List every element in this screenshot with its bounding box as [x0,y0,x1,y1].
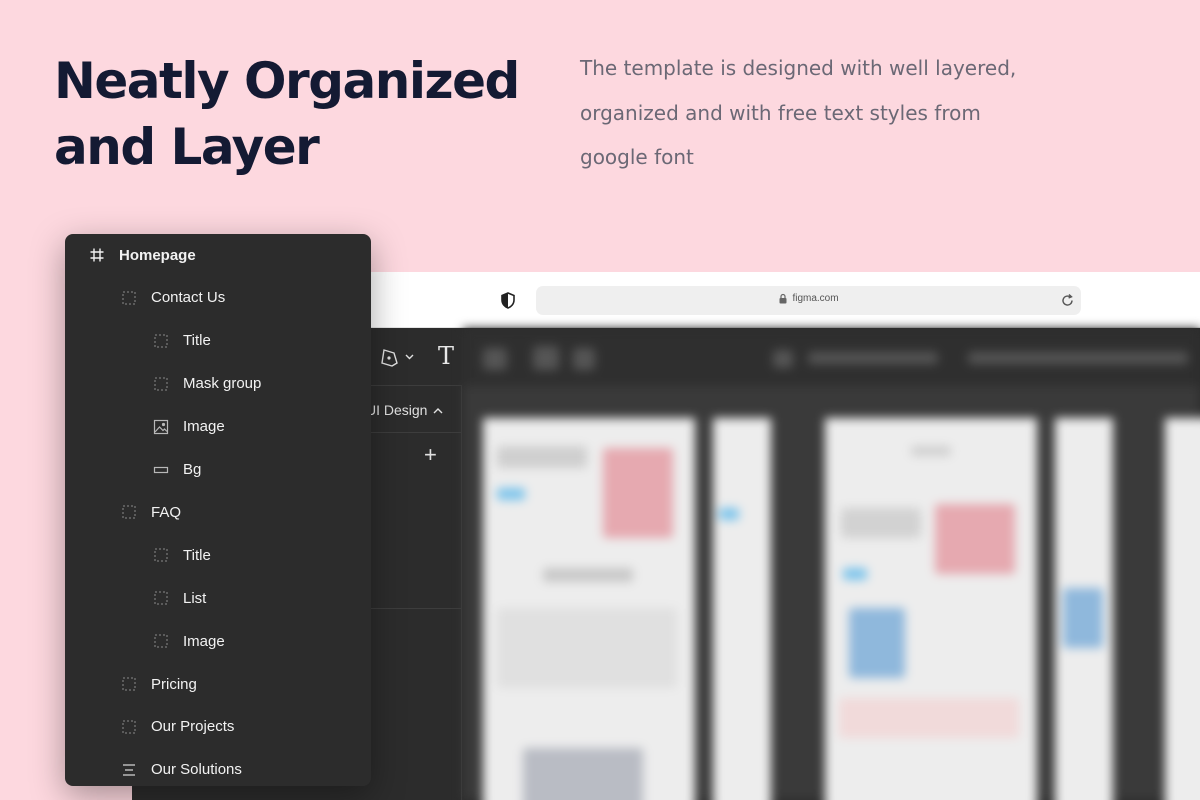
chevron-up-icon [433,407,443,413]
layer-label: Image [183,418,225,436]
group-icon [154,334,168,348]
canvas-frame [825,418,1037,800]
group-icon [122,720,136,734]
shield-icon[interactable] [500,292,516,309]
layer-label: Pricing [151,675,197,693]
description-line-3: google font [580,145,694,169]
url-text: figma.com [792,293,839,304]
group-icon [122,677,136,691]
image-icon [153,419,169,434]
group-icon [154,377,168,391]
add-page-icon[interactable]: + [424,444,437,466]
layer-item[interactable]: Our Projects [121,715,234,739]
address-bar[interactable]: figma.com [536,286,1081,315]
layer-item[interactable]: Image [153,629,225,653]
page-selector-label: UI Design [366,402,428,418]
rectangle-icon [153,466,169,473]
auto-layout-icon [123,763,135,776]
canvas-frame [1055,418,1113,800]
canvas-frame [713,418,771,800]
layer-item[interactable]: Image [153,415,225,439]
figma-canvas[interactable] [463,328,1200,800]
canvas-frame [1165,418,1200,800]
frame-hash-icon [90,248,104,262]
layer-label: FAQ [151,503,182,521]
canvas-topbar [463,328,1200,386]
layer-item[interactable]: Title [153,543,211,567]
layer-item[interactable]: Bg [153,458,201,482]
layer-label: Mask group [183,375,262,393]
heading-line-2: and Layer [54,118,320,176]
group-icon [122,291,136,305]
page-selector[interactable]: UI Design [366,402,443,418]
layer-item[interactable]: Title [153,329,211,353]
layer-label: Contact Us [151,289,226,307]
pen-tool-icon[interactable] [380,346,416,368]
layer-label: Title [183,546,211,564]
layer-label: Our Solutions [151,761,242,779]
layer-item[interactable]: List [153,586,206,610]
layer-label: Homepage [119,246,196,264]
layer-item[interactable]: Contact Us [121,286,225,310]
layers-panel: Homepage Contact Us Title Mask group Image Bg… [65,234,371,786]
description-line-2: organized and with free text styles from [580,100,981,125]
description-line-1: The template is designed with well layer… [580,56,1017,80]
heading-line-1: Neatly Organized [54,52,520,110]
page-heading: Neatly Organized and Layer [54,48,520,180]
layer-item[interactable]: Pricing [121,672,197,696]
layer-label: Our Projects [151,718,235,736]
text-tool-icon[interactable]: T [438,342,454,370]
description: The template is designed with well layer… [580,46,1040,180]
reload-icon[interactable] [1060,293,1075,308]
group-icon [154,634,168,648]
group-icon [122,505,136,519]
layer-item[interactable]: FAQ [121,500,181,524]
group-icon [154,548,168,562]
layer-label: Image [183,632,225,650]
canvas-frame [483,418,695,800]
layer-label: Title [183,332,211,350]
layer-item[interactable]: Our Solutions [121,758,242,782]
layer-item[interactable]: Mask group [153,372,261,396]
layer-label: List [183,589,207,607]
lock-icon [779,293,787,304]
layer-root[interactable]: Homepage [89,243,196,267]
layer-label: Bg [183,461,202,478]
group-icon [154,591,168,605]
